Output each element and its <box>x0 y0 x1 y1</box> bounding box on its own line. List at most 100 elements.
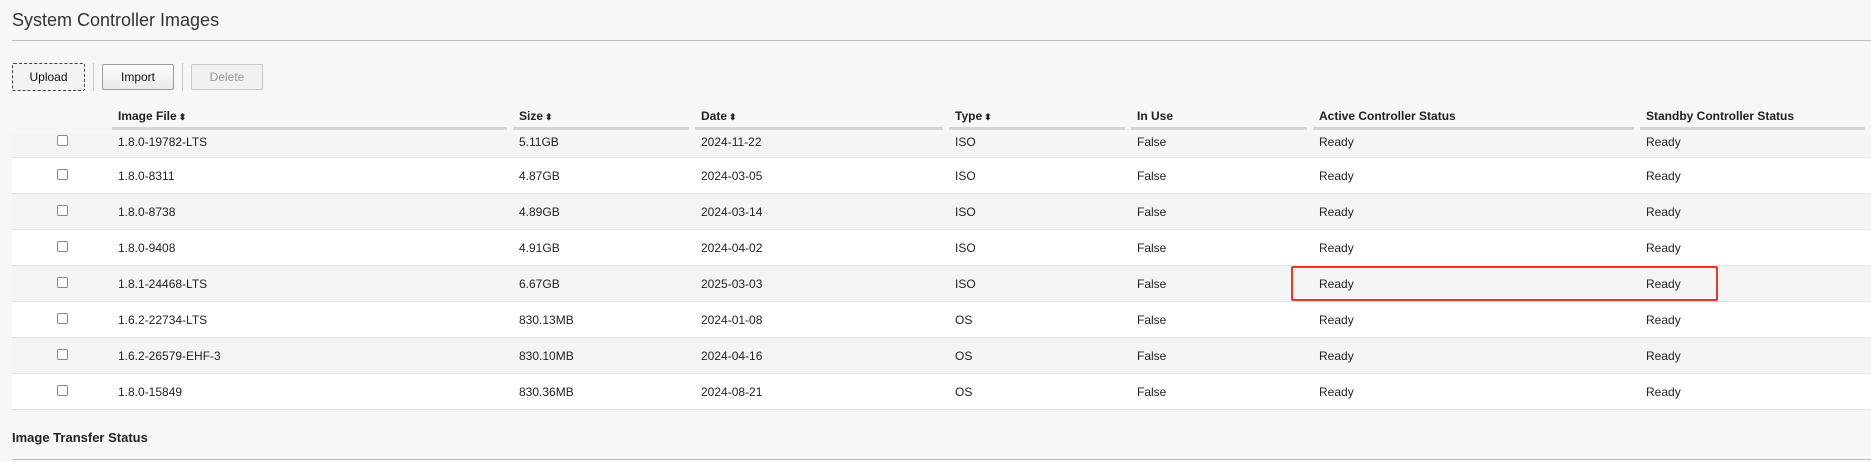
table-row[interactable]: 1.8.0-9408 4.91GB 2024-04-02 ISO False R… <box>12 229 1871 266</box>
active-status-cell: Ready <box>1313 157 1640 194</box>
type-cell: ISO <box>949 193 1131 230</box>
standby-status-cell: Ready <box>1640 134 1871 158</box>
column-header-standby-status: Standby Controller Status <box>1640 103 1871 134</box>
sort-icon[interactable]: ⬍ <box>984 112 992 122</box>
image-file-cell: 1.8.1-24468-LTS <box>112 265 513 302</box>
sort-icon[interactable]: ⬍ <box>729 112 737 122</box>
date-cell: 2024-01-08 <box>695 301 949 338</box>
date-cell: 2024-11-22 <box>695 134 949 158</box>
image-file-cell: 1.6.2-22734-LTS <box>112 301 513 338</box>
date-cell: 2024-03-05 <box>695 157 949 194</box>
image-file-cell: 1.8.0-8311 <box>112 157 513 194</box>
active-status-cell: Ready <box>1313 193 1640 230</box>
size-cell: 830.36MB <box>513 373 695 410</box>
page-title: System Controller Images <box>12 10 220 30</box>
type-cell: OS <box>949 301 1131 338</box>
image-transfer-status-title: Image Transfer Status <box>12 430 148 445</box>
date-cell: 2024-08-21 <box>695 373 949 410</box>
table-row[interactable]: 1.8.0-19782-LTS 5.11GB 2024-11-22 ISO Fa… <box>12 134 1871 158</box>
column-header-date[interactable]: Date ⬍ <box>695 103 949 134</box>
title-divider <box>12 40 1871 41</box>
size-cell: 830.13MB <box>513 301 695 338</box>
standby-status-cell: Ready <box>1640 157 1871 194</box>
in-use-cell: False <box>1131 193 1313 230</box>
in-use-cell: False <box>1131 229 1313 266</box>
standby-status-cell: Ready <box>1640 373 1871 410</box>
row-checkbox[interactable] <box>56 204 68 216</box>
in-use-cell: False <box>1131 373 1313 410</box>
table-row[interactable]: 1.8.0-8311 4.87GB 2024-03-05 ISO False R… <box>12 157 1871 194</box>
active-status-cell: Ready <box>1313 134 1640 158</box>
row-checkbox[interactable] <box>56 312 68 324</box>
column-header-active-status: Active Controller Status <box>1313 103 1640 134</box>
in-use-cell: False <box>1131 337 1313 374</box>
type-cell: OS <box>949 373 1131 410</box>
size-cell: 4.87GB <box>513 157 695 194</box>
column-header-label: Type <box>955 109 983 123</box>
date-cell: 2024-04-02 <box>695 229 949 266</box>
column-header-in-use: In Use <box>1131 103 1313 134</box>
column-header-label: In Use <box>1131 109 1307 130</box>
toolbar-separator <box>182 63 183 91</box>
table-header-row: Image File ⬍ Size ⬍ Date ⬍ Type ⬍ In Use Act… <box>12 103 1871 134</box>
toolbar: Upload Import Delete <box>12 63 263 91</box>
type-cell: ISO <box>949 134 1131 158</box>
date-cell: 2025-03-03 <box>695 265 949 302</box>
row-checkbox[interactable] <box>56 168 68 180</box>
standby-status-cell: Ready <box>1640 193 1871 230</box>
date-cell: 2024-03-14 <box>695 193 949 230</box>
standby-status-cell: Ready <box>1640 337 1871 374</box>
row-checkbox[interactable] <box>56 240 68 252</box>
type-cell: ISO <box>949 229 1131 266</box>
column-header-label: Active Controller Status <box>1313 109 1634 130</box>
size-cell: 4.91GB <box>513 229 695 266</box>
images-table: Image File ⬍ Size ⬍ Date ⬍ Type ⬍ In Use Act… <box>12 103 1871 410</box>
column-header-label: Size <box>519 109 544 123</box>
image-file-cell: 1.8.0-15849 <box>112 373 513 410</box>
standby-status-cell: Ready <box>1640 301 1871 338</box>
active-status-cell: Ready <box>1313 301 1640 338</box>
standby-status-cell: Ready <box>1640 265 1871 302</box>
image-file-cell: 1.8.0-8738 <box>112 193 513 230</box>
table-row[interactable]: 1.8.0-8738 4.89GB 2024-03-14 ISO False R… <box>12 193 1871 230</box>
size-cell: 4.89GB <box>513 193 695 230</box>
row-checkbox[interactable] <box>56 135 68 146</box>
active-status-cell: Ready <box>1313 337 1640 374</box>
type-cell: ISO <box>949 157 1131 194</box>
row-checkbox[interactable] <box>56 348 68 360</box>
upload-button[interactable]: Upload <box>12 63 85 91</box>
toolbar-separator <box>93 63 94 91</box>
size-cell: 830.10MB <box>513 337 695 374</box>
row-checkbox[interactable] <box>56 384 68 396</box>
image-file-cell: 1.8.0-19782-LTS <box>112 134 513 158</box>
delete-button[interactable]: Delete <box>191 64 263 90</box>
checkbox-column-header <box>12 103 112 134</box>
column-header-label: Date <box>701 109 728 123</box>
table-row[interactable]: 1.8.0-15849 830.36MB 2024-08-21 OS False… <box>12 373 1871 410</box>
standby-status-cell: Ready <box>1640 229 1871 266</box>
sort-icon[interactable]: ⬍ <box>545 112 553 122</box>
image-file-cell: 1.6.2-26579-EHF-3 <box>112 337 513 374</box>
column-header-type[interactable]: Type ⬍ <box>949 103 1131 134</box>
in-use-cell: False <box>1131 134 1313 158</box>
import-button[interactable]: Import <box>102 64 174 90</box>
in-use-cell: False <box>1131 265 1313 302</box>
image-file-cell: 1.8.0-9408 <box>112 229 513 266</box>
column-header-image-file[interactable]: Image File ⬍ <box>112 103 513 134</box>
table-row[interactable]: 1.6.2-22734-LTS 830.13MB 2024-01-08 OS F… <box>12 301 1871 338</box>
active-status-cell: Ready <box>1313 265 1640 302</box>
sort-icon[interactable]: ⬍ <box>179 112 187 122</box>
table-row[interactable]: 1.8.1-24468-LTS 6.67GB 2025-03-03 ISO Fa… <box>12 265 1871 302</box>
column-header-label: Standby Controller Status <box>1640 109 1865 130</box>
active-status-cell: Ready <box>1313 373 1640 410</box>
type-cell: OS <box>949 337 1131 374</box>
in-use-cell: False <box>1131 301 1313 338</box>
type-cell: ISO <box>949 265 1131 302</box>
in-use-cell: False <box>1131 157 1313 194</box>
size-cell: 5.11GB <box>513 134 695 158</box>
column-header-size[interactable]: Size ⬍ <box>513 103 695 134</box>
row-checkbox[interactable] <box>56 276 68 288</box>
table-row[interactable]: 1.6.2-26579-EHF-3 830.10MB 2024-04-16 OS… <box>12 337 1871 374</box>
date-cell: 2024-04-16 <box>695 337 949 374</box>
column-header-label: Image File <box>118 109 177 123</box>
